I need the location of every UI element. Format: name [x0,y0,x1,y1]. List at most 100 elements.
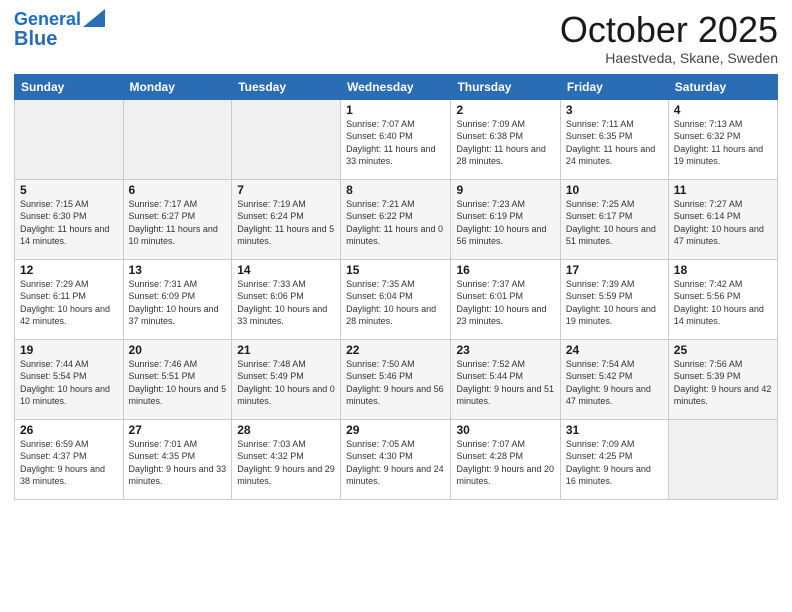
day-number: 15 [346,263,445,277]
day-info: Sunrise: 7:01 AMSunset: 4:35 PMDaylight:… [129,438,227,488]
calendar-table: Sunday Monday Tuesday Wednesday Thursday… [14,74,778,500]
day-info: Sunrise: 7:13 AMSunset: 6:32 PMDaylight:… [674,118,772,168]
table-row: 18Sunrise: 7:42 AMSunset: 5:56 PMDayligh… [668,259,777,339]
table-row: 10Sunrise: 7:25 AMSunset: 6:17 PMDayligh… [560,179,668,259]
table-row: 2Sunrise: 7:09 AMSunset: 6:38 PMDaylight… [451,99,560,179]
table-row: 8Sunrise: 7:21 AMSunset: 6:22 PMDaylight… [341,179,451,259]
day-info: Sunrise: 7:44 AMSunset: 5:54 PMDaylight:… [20,358,118,408]
table-row: 22Sunrise: 7:50 AMSunset: 5:46 PMDayligh… [341,339,451,419]
table-row: 23Sunrise: 7:52 AMSunset: 5:44 PMDayligh… [451,339,560,419]
table-row: 19Sunrise: 7:44 AMSunset: 5:54 PMDayligh… [15,339,124,419]
day-info: Sunrise: 7:46 AMSunset: 5:51 PMDaylight:… [129,358,227,408]
day-info: Sunrise: 7:27 AMSunset: 6:14 PMDaylight:… [674,198,772,248]
table-row: 13Sunrise: 7:31 AMSunset: 6:09 PMDayligh… [123,259,232,339]
day-info: Sunrise: 7:07 AMSunset: 6:40 PMDaylight:… [346,118,445,168]
day-number: 9 [456,183,554,197]
logo-blue-text: Blue [14,28,57,50]
day-info: Sunrise: 7:17 AMSunset: 6:27 PMDaylight:… [129,198,227,248]
table-row: 29Sunrise: 7:05 AMSunset: 4:30 PMDayligh… [341,419,451,499]
table-row: 30Sunrise: 7:07 AMSunset: 4:28 PMDayligh… [451,419,560,499]
header-row: Sunday Monday Tuesday Wednesday Thursday… [15,74,778,99]
day-info: Sunrise: 6:59 AMSunset: 4:37 PMDaylight:… [20,438,118,488]
day-info: Sunrise: 7:19 AMSunset: 6:24 PMDaylight:… [237,198,335,248]
table-row: 26Sunrise: 6:59 AMSunset: 4:37 PMDayligh… [15,419,124,499]
day-info: Sunrise: 7:03 AMSunset: 4:32 PMDaylight:… [237,438,335,488]
day-number: 19 [20,343,118,357]
location: Haestveda, Skane, Sweden [560,50,778,66]
calendar-week-row: 1Sunrise: 7:07 AMSunset: 6:40 PMDaylight… [15,99,778,179]
logo-icon [83,9,105,27]
day-info: Sunrise: 7:31 AMSunset: 6:09 PMDaylight:… [129,278,227,328]
table-row: 15Sunrise: 7:35 AMSunset: 6:04 PMDayligh… [341,259,451,339]
day-number: 12 [20,263,118,277]
table-row: 12Sunrise: 7:29 AMSunset: 6:11 PMDayligh… [15,259,124,339]
table-row: 24Sunrise: 7:54 AMSunset: 5:42 PMDayligh… [560,339,668,419]
table-row: 28Sunrise: 7:03 AMSunset: 4:32 PMDayligh… [232,419,341,499]
day-number: 11 [674,183,772,197]
day-number: 22 [346,343,445,357]
day-info: Sunrise: 7:25 AMSunset: 6:17 PMDaylight:… [566,198,663,248]
day-number: 24 [566,343,663,357]
day-number: 29 [346,423,445,437]
day-number: 3 [566,103,663,117]
day-number: 28 [237,423,335,437]
day-info: Sunrise: 7:09 AMSunset: 6:38 PMDaylight:… [456,118,554,168]
table-row: 17Sunrise: 7:39 AMSunset: 5:59 PMDayligh… [560,259,668,339]
day-info: Sunrise: 7:48 AMSunset: 5:49 PMDaylight:… [237,358,335,408]
table-row: 25Sunrise: 7:56 AMSunset: 5:39 PMDayligh… [668,339,777,419]
col-thursday: Thursday [451,74,560,99]
table-row: 6Sunrise: 7:17 AMSunset: 6:27 PMDaylight… [123,179,232,259]
day-number: 2 [456,103,554,117]
header: General Blue October 2025 Haestveda, Ska… [14,10,778,66]
day-number: 17 [566,263,663,277]
col-tuesday: Tuesday [232,74,341,99]
day-info: Sunrise: 7:33 AMSunset: 6:06 PMDaylight:… [237,278,335,328]
col-friday: Friday [560,74,668,99]
col-monday: Monday [123,74,232,99]
day-info: Sunrise: 7:09 AMSunset: 4:25 PMDaylight:… [566,438,663,488]
table-row: 9Sunrise: 7:23 AMSunset: 6:19 PMDaylight… [451,179,560,259]
day-number: 8 [346,183,445,197]
day-number: 23 [456,343,554,357]
day-number: 26 [20,423,118,437]
day-info: Sunrise: 7:56 AMSunset: 5:39 PMDaylight:… [674,358,772,408]
month-title: October 2025 [560,10,778,50]
day-info: Sunrise: 7:35 AMSunset: 6:04 PMDaylight:… [346,278,445,328]
day-number: 27 [129,423,227,437]
table-row [232,99,341,179]
table-row [123,99,232,179]
calendar-week-row: 12Sunrise: 7:29 AMSunset: 6:11 PMDayligh… [15,259,778,339]
day-number: 25 [674,343,772,357]
day-number: 21 [237,343,335,357]
table-row: 14Sunrise: 7:33 AMSunset: 6:06 PMDayligh… [232,259,341,339]
title-block: October 2025 Haestveda, Skane, Sweden [560,10,778,66]
table-row: 11Sunrise: 7:27 AMSunset: 6:14 PMDayligh… [668,179,777,259]
day-number: 18 [674,263,772,277]
day-number: 16 [456,263,554,277]
day-info: Sunrise: 7:54 AMSunset: 5:42 PMDaylight:… [566,358,663,408]
calendar-week-row: 26Sunrise: 6:59 AMSunset: 4:37 PMDayligh… [15,419,778,499]
calendar-week-row: 5Sunrise: 7:15 AMSunset: 6:30 PMDaylight… [15,179,778,259]
day-info: Sunrise: 7:11 AMSunset: 6:35 PMDaylight:… [566,118,663,168]
day-number: 20 [129,343,227,357]
day-number: 30 [456,423,554,437]
day-info: Sunrise: 7:39 AMSunset: 5:59 PMDaylight:… [566,278,663,328]
day-info: Sunrise: 7:42 AMSunset: 5:56 PMDaylight:… [674,278,772,328]
day-info: Sunrise: 7:29 AMSunset: 6:11 PMDaylight:… [20,278,118,328]
day-number: 1 [346,103,445,117]
table-row: 7Sunrise: 7:19 AMSunset: 6:24 PMDaylight… [232,179,341,259]
day-number: 31 [566,423,663,437]
page-container: General Blue October 2025 Haestveda, Ska… [0,0,792,508]
table-row [668,419,777,499]
day-info: Sunrise: 7:15 AMSunset: 6:30 PMDaylight:… [20,198,118,248]
day-number: 10 [566,183,663,197]
table-row: 4Sunrise: 7:13 AMSunset: 6:32 PMDaylight… [668,99,777,179]
col-saturday: Saturday [668,74,777,99]
table-row: 31Sunrise: 7:09 AMSunset: 4:25 PMDayligh… [560,419,668,499]
table-row: 16Sunrise: 7:37 AMSunset: 6:01 PMDayligh… [451,259,560,339]
day-info: Sunrise: 7:52 AMSunset: 5:44 PMDaylight:… [456,358,554,408]
col-wednesday: Wednesday [341,74,451,99]
table-row: 21Sunrise: 7:48 AMSunset: 5:49 PMDayligh… [232,339,341,419]
table-row [15,99,124,179]
day-info: Sunrise: 7:50 AMSunset: 5:46 PMDaylight:… [346,358,445,408]
